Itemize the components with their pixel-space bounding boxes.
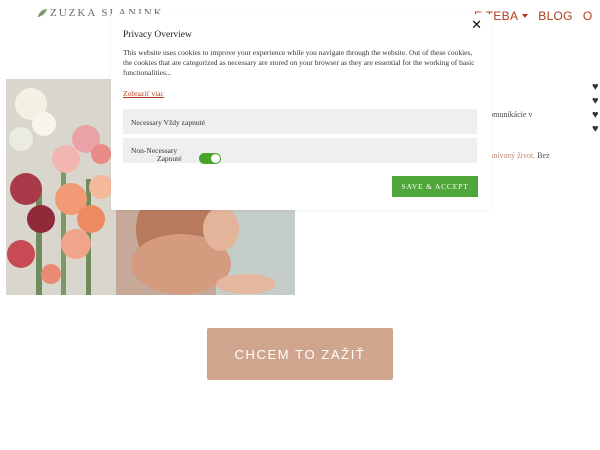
show-more-link[interactable]: Zobraziť viac (123, 89, 164, 98)
heart-list: ♥ ♥ ♥ ♥ (592, 81, 600, 135)
heart-icon: ♥ (592, 95, 599, 107)
close-icon[interactable]: ✕ (471, 18, 482, 33)
category-label: Necessary Vždy zapnuté (131, 118, 205, 127)
non-necessary-toggle[interactable] (199, 153, 221, 164)
heart-icon: ♥ (592, 109, 599, 121)
cookie-category-necessary[interactable]: Necessary Vždy zapnuté (123, 109, 477, 134)
nav-item-label: BLOG (538, 9, 573, 23)
chevron-down-icon (522, 14, 529, 18)
nav-item-o[interactable]: O (583, 9, 593, 23)
modal-title: Privacy Overview (123, 30, 192, 40)
nav-item-blog[interactable]: BLOG (538, 9, 573, 23)
cookie-category-non-necessary[interactable]: Non-Necessary Zapnuté (123, 138, 477, 164)
cookie-modal: ✕ Privacy Overview This website uses coo… (111, 14, 492, 210)
leaf-logo-icon (37, 9, 47, 18)
save-accept-button[interactable]: SAVE & ACCEPT (392, 176, 478, 197)
modal-body-text: This website uses cookies to improve you… (123, 48, 475, 77)
nav-item-label: O (582, 9, 593, 23)
cta-button[interactable]: CHCEM TO ZAŽIŤ (207, 328, 393, 380)
toggle-state-label: Zapnuté (157, 154, 182, 163)
heart-icon: ♥ (592, 81, 599, 93)
toggle-knob (211, 154, 220, 163)
body-text: Bez (535, 151, 550, 160)
heart-icon: ♥ (592, 123, 599, 135)
